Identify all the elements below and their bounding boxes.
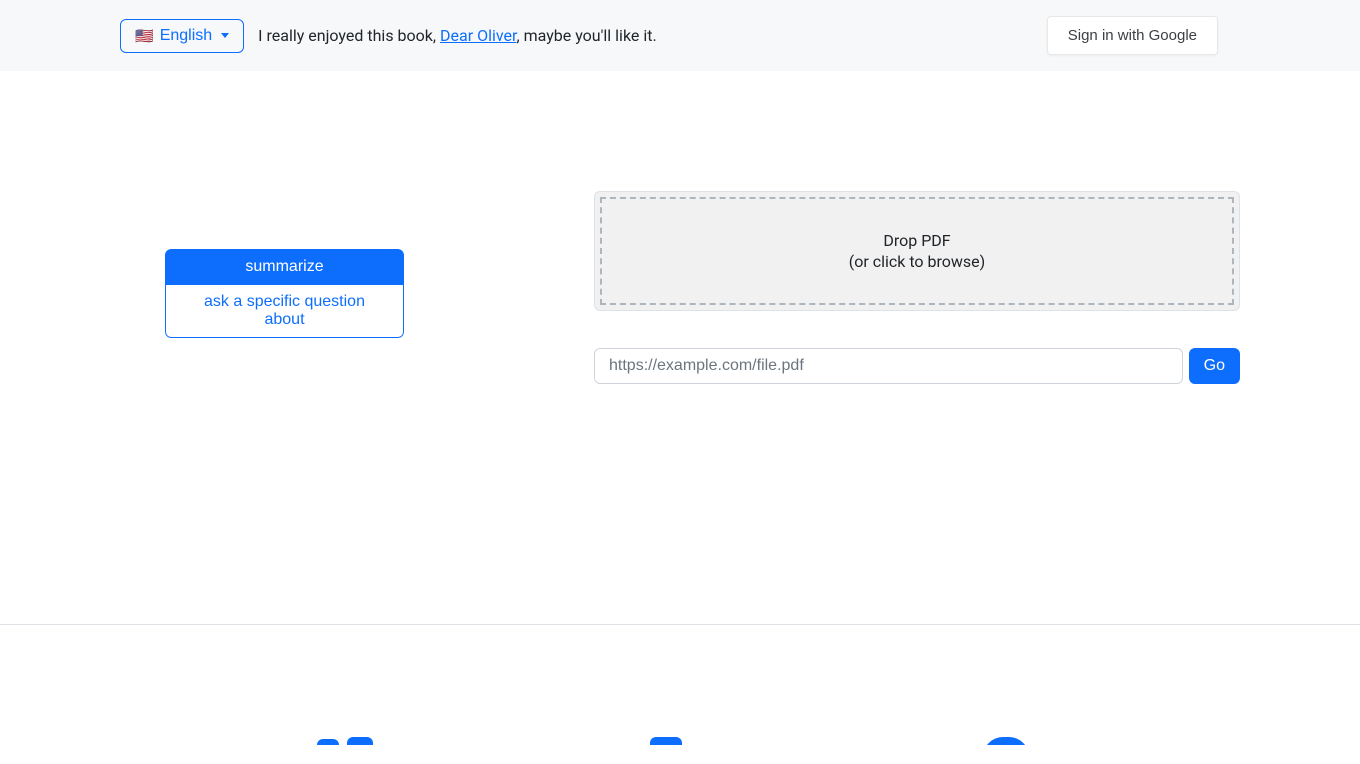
feature-icon-3 [983, 737, 1043, 745]
drop-subtitle: (or click to browse) [622, 252, 1212, 271]
chevron-down-icon [221, 33, 229, 38]
language-selector[interactable]: 🇺🇸 English [120, 19, 244, 53]
header-quote: I really enjoyed this book, Dear Oliver,… [258, 26, 657, 45]
signin-google-button[interactable]: Sign in with Google [1047, 16, 1218, 55]
feature-icon-2 [650, 737, 710, 745]
flag-icon: 🇺🇸 [135, 27, 154, 45]
feature-icon-1 [317, 737, 377, 745]
quote-prefix: I really enjoyed this book, [258, 26, 440, 45]
summarize-button[interactable]: summarize [165, 249, 404, 285]
pdf-url-input[interactable] [594, 348, 1183, 384]
language-label: English [160, 27, 212, 45]
main-content: summarize ask a specific question about … [0, 191, 1360, 384]
header-bar: 🇺🇸 English I really enjoyed this book, D… [0, 0, 1360, 71]
url-input-row: Go [594, 348, 1240, 384]
ask-question-button[interactable]: ask a specific question about [165, 285, 404, 338]
feature-icons-row [0, 737, 1360, 745]
upload-panel: Drop PDF (or click to browse) Go [464, 191, 1240, 384]
action-panel: summarize ask a specific question about [120, 191, 404, 384]
drop-title: Drop PDF [622, 231, 1212, 250]
quote-link[interactable]: Dear Oliver [440, 26, 516, 45]
bottom-section [0, 625, 1360, 745]
quote-suffix: , maybe you'll like it. [516, 26, 656, 45]
go-button[interactable]: Go [1189, 348, 1240, 384]
pdf-drop-zone[interactable]: Drop PDF (or click to browse) [600, 197, 1234, 305]
action-button-group: summarize ask a specific question about [165, 249, 404, 338]
drop-zone-container: Drop PDF (or click to browse) [594, 191, 1240, 311]
header-left: 🇺🇸 English I really enjoyed this book, D… [20, 19, 657, 53]
